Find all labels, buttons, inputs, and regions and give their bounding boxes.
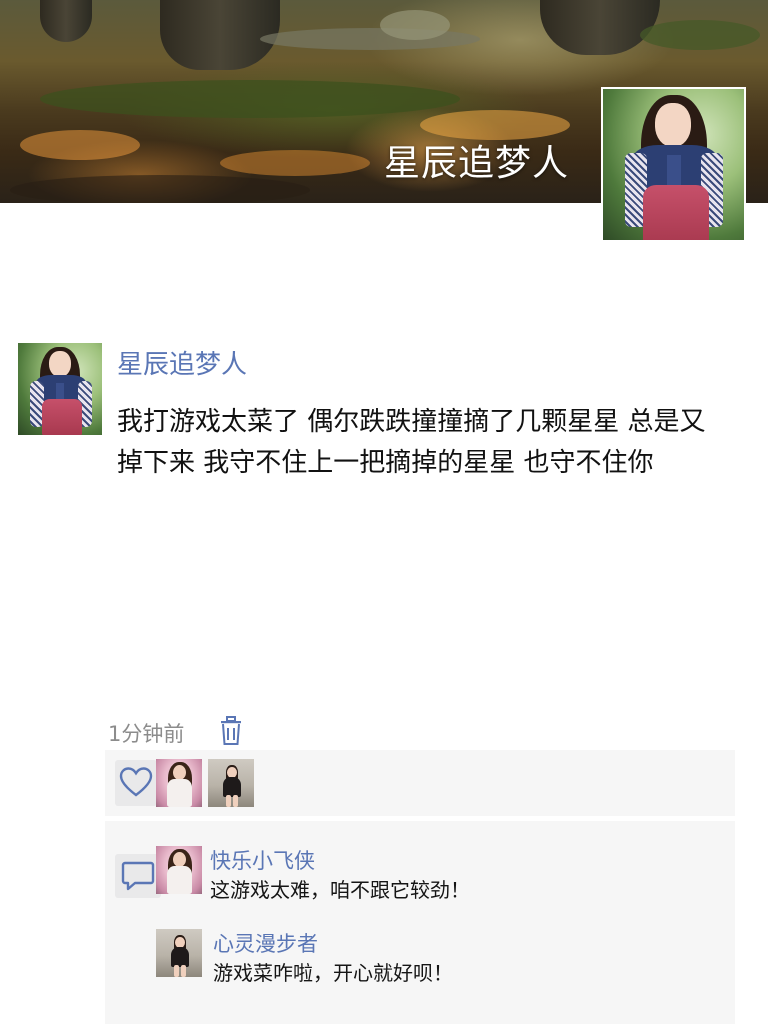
commenter-avatar[interactable] [156,846,202,894]
post-author-avatar[interactable] [18,343,102,435]
comment-icon [121,861,155,891]
comments-panel: 快乐小飞侠 这游戏太难，咱不跟它较劲！ 心灵漫步者 游戏菜咋啦，开心就好呗！ [105,821,735,1024]
cover-title: 星辰追梦人 [384,143,570,184]
commenter-name[interactable]: 心灵漫步者 [213,928,318,958]
post-text: 我打游戏太菜了 偶尔跌跌撞撞摘了几颗星星 总是又掉下来 我守不住上一把摘掉的星星… [117,407,706,478]
like-button[interactable] [115,760,157,806]
commenter-avatar[interactable] [156,929,202,977]
liker-avatar[interactable] [156,759,202,807]
likes-panel [105,750,735,816]
comment-text: 这游戏太难，咱不跟它较劲！ [210,878,470,902]
commenter-name[interactable]: 快乐小飞侠 [210,845,315,875]
post-author-name[interactable]: 星辰追梦人 [117,344,247,381]
heart-icon [119,767,153,797]
comment-button[interactable] [115,854,161,898]
comment-text: 游戏菜咋啦，开心就好呗！ [213,961,453,985]
trash-icon[interactable] [218,716,244,746]
profile-avatar[interactable] [601,87,746,242]
post-timestamp: 1分钟前 [108,722,185,746]
liker-avatar[interactable] [208,759,254,807]
